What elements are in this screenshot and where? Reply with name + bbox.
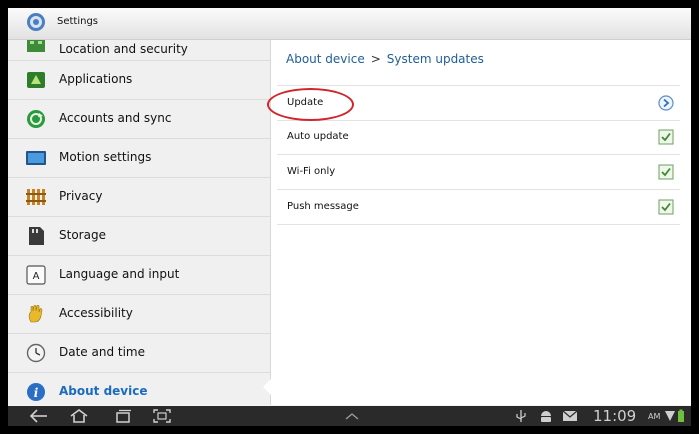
screenshot-icon[interactable] [151, 408, 173, 424]
sidebar-item-label: Accounts and sync [59, 111, 172, 125]
sidebar-item-label: Privacy [59, 189, 103, 203]
settings-gear-icon [27, 13, 45, 31]
sidebar-item-label: Storage [59, 228, 106, 242]
sidebar-item-label: Applications [59, 72, 133, 86]
motion-settings-icon [26, 151, 46, 165]
sidebar-item-privacy[interactable]: Privacy [8, 178, 270, 217]
sidebar-item-storage[interactable]: Storage [8, 217, 270, 256]
setting-label: Auto update [287, 131, 349, 142]
chevron-up-icon[interactable] [341, 408, 363, 424]
android-icon [541, 411, 551, 422]
back-icon[interactable] [28, 408, 50, 424]
sidebar-item-accounts-sync[interactable]: Accounts and sync [8, 100, 270, 139]
status-ampm: AM [648, 412, 661, 421]
storage-icon [29, 227, 44, 245]
mail-icon [562, 410, 578, 421]
app-title: Settings [57, 16, 99, 27]
language-input-icon: A [26, 265, 46, 285]
push-message-checkbox[interactable] [658, 199, 674, 215]
sidebar-item-label: Date and time [59, 345, 145, 359]
sidebar-item-label: Motion settings [59, 150, 152, 164]
sidebar-item-about-device[interactable]: i About device [8, 373, 270, 405]
sidebar-item-applications[interactable]: Applications [8, 61, 270, 100]
recent-apps-icon[interactable] [111, 408, 133, 424]
svg-text:i: i [34, 386, 39, 400]
wifi-only-checkbox[interactable] [658, 164, 674, 180]
setting-row-wifi-only[interactable]: Wi-Fi only [277, 155, 680, 190]
accounts-sync-icon [27, 110, 45, 128]
sidebar-item-label: Language and input [59, 267, 180, 281]
home-icon[interactable] [68, 408, 90, 424]
sidebar-item-language-input[interactable]: A Language and input [8, 256, 270, 295]
chevron-right-icon[interactable] [658, 95, 674, 111]
setting-row-push-message[interactable]: Push message [277, 190, 680, 225]
setting-label: Wi-Fi only [287, 166, 336, 177]
status-clock: 11:09 [593, 407, 637, 425]
battery-icon [678, 409, 684, 422]
breadcrumb-parent[interactable]: About device [286, 52, 365, 66]
sidebar-item-label: About device [59, 384, 148, 398]
settings-sidebar[interactable]: Location and security Applications Accou… [8, 40, 271, 405]
title-bar: Settings [8, 8, 691, 40]
clock-icon [26, 343, 46, 363]
info-icon: i [27, 383, 45, 401]
breadcrumb: About device > System updates [286, 52, 484, 66]
breadcrumb-current: System updates [386, 52, 484, 66]
setting-row-auto-update[interactable]: Auto update [277, 120, 680, 155]
system-bar: 11:09 AM [8, 406, 691, 426]
breadcrumb-separator: > [370, 52, 381, 66]
privacy-icon [26, 189, 46, 205]
setting-label: Push message [287, 201, 359, 212]
sidebar-item-accessibility[interactable]: Accessibility [8, 295, 270, 334]
sidebar-item-label: Location and security [59, 42, 188, 56]
svg-text:A: A [33, 271, 40, 282]
accessibility-icon [28, 304, 43, 323]
sidebar-item-motion-settings[interactable]: Motion settings [8, 139, 270, 178]
usb-icon [516, 410, 526, 422]
app-window: Settings Location and security Applicati… [8, 8, 691, 426]
wifi-signal-icon [665, 411, 675, 421]
highlight-ring [267, 88, 354, 121]
location-security-icon [27, 40, 45, 52]
auto-update-checkbox[interactable] [658, 129, 674, 145]
applications-icon [27, 72, 45, 88]
sidebar-item-label: Accessibility [59, 306, 133, 320]
sidebar-item-date-time[interactable]: Date and time [8, 334, 270, 373]
sidebar-item-location-security[interactable]: Location and security [8, 40, 270, 61]
